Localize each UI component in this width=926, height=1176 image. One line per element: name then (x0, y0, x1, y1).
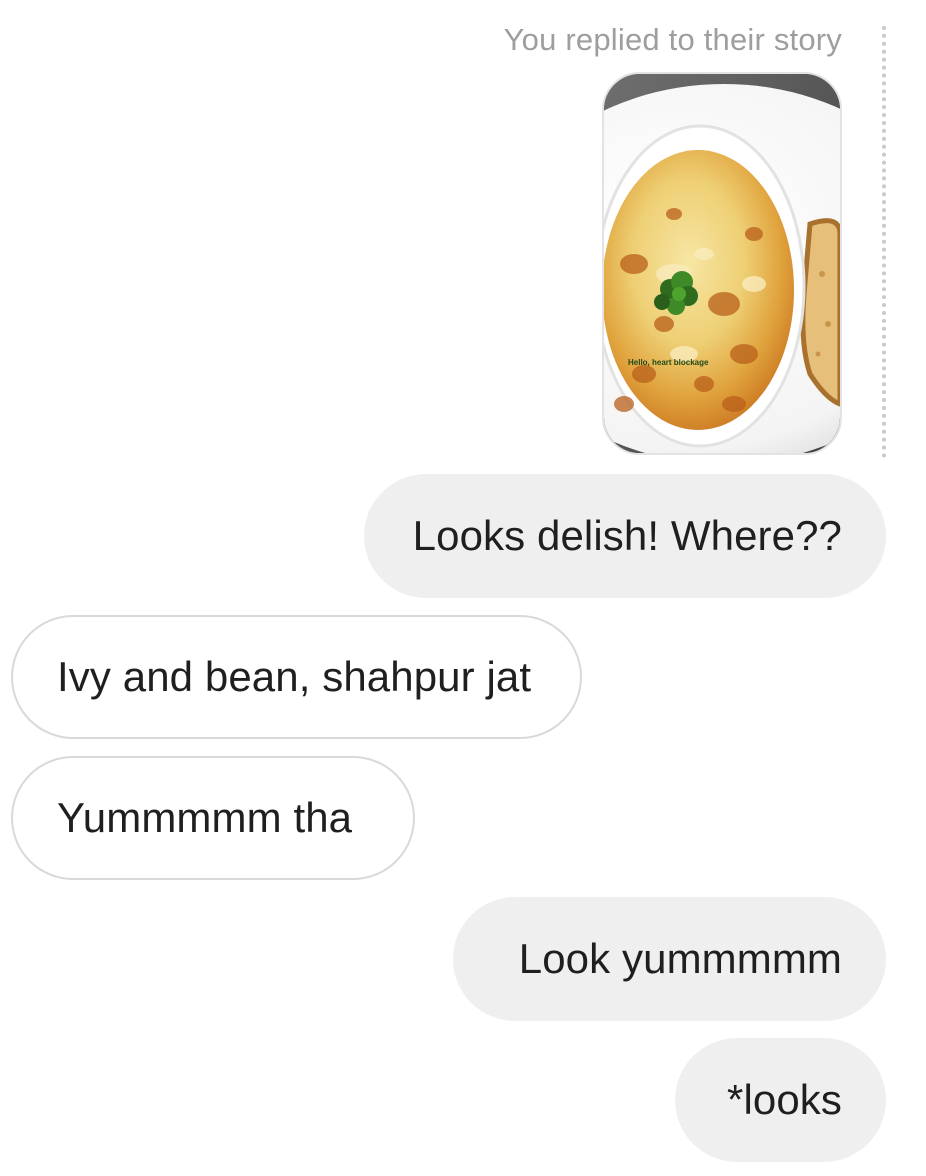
story-overlay-text: Hello, heart blockage (628, 358, 709, 367)
message-text: Look yummmmm (518, 935, 842, 982)
story-thumbnail[interactable]: Hello, heart blockage (602, 72, 842, 455)
message-bubble-outgoing[interactable]: *looks (675, 1038, 886, 1162)
story-reply-divider (882, 26, 886, 458)
message-text: Ivy and bean, shahpur jat (57, 653, 532, 700)
message-bubble-incoming[interactable]: Ivy and bean, shahpur jat (11, 615, 582, 739)
message-text: Yummmmm tha (57, 794, 353, 841)
message-text: Looks delish! Where?? (412, 512, 842, 559)
message-bubble-incoming[interactable]: Yummmmm tha (11, 756, 415, 880)
story-image: Hello, heart blockage (604, 74, 840, 453)
message-bubble-outgoing[interactable]: Look yummmmm (453, 897, 886, 1021)
chat-thread: You replied to their story Hello, heart … (0, 0, 926, 1176)
message-text: *looks (727, 1076, 842, 1123)
message-bubble-outgoing[interactable]: Looks delish! Where?? (364, 474, 886, 598)
story-reply-caption: You replied to their story (503, 22, 842, 57)
